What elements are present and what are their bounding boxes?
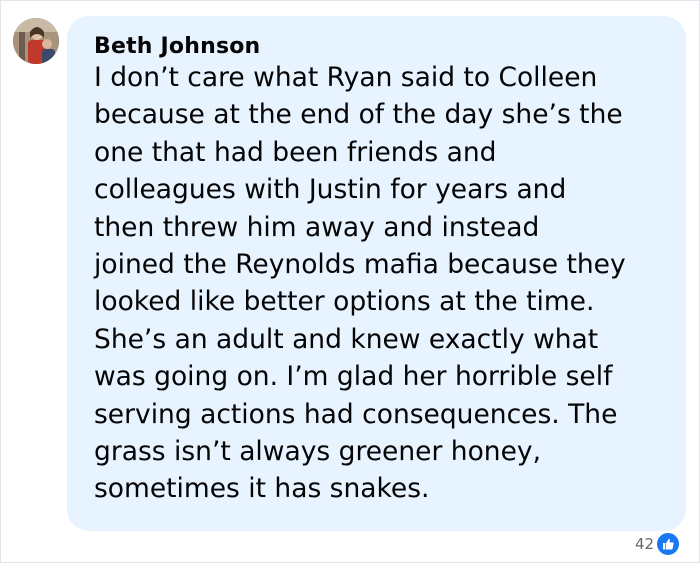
- comment-line: was going on. I’m glad her horrible self: [94, 361, 613, 393]
- comment-line: serving actions had consequences. The: [94, 398, 618, 430]
- comment-author[interactable]: Beth Johnson: [94, 34, 260, 59]
- comment-line: colleagues with Justin for years and: [94, 174, 567, 206]
- comment-line: sometimes it has snakes.: [94, 473, 430, 505]
- comment-line: I don’t care what Ryan said to Colleen: [94, 62, 598, 93]
- comment-bubble: Beth Johnson I don’t care what Ryan said…: [67, 16, 686, 531]
- avatar[interactable]: [13, 18, 59, 64]
- comment-panel: Beth Johnson I don’t care what Ryan said…: [0, 0, 700, 563]
- comment-line: looked like better options at the time.: [94, 286, 595, 318]
- comment-line: joined the Reynolds mafia because they: [94, 249, 626, 281]
- comment-text: I don’t care what Ryan said to Colleen b…: [94, 59, 674, 508]
- avatar-photo: [13, 18, 59, 64]
- like-icon: [656, 532, 681, 556]
- reaction-summary[interactable]: 42: [635, 532, 681, 556]
- comment-line: because at the end of the day she’s the: [94, 99, 623, 131]
- comment-line: one that had been friends and: [94, 136, 497, 168]
- reaction-count: 42: [635, 535, 655, 553]
- comment-line: She’s an adult and knew exactly what: [94, 323, 599, 355]
- comment-line: grass isn’t always greener honey,: [94, 436, 541, 468]
- comment-line: then threw him away and instead: [94, 211, 540, 243]
